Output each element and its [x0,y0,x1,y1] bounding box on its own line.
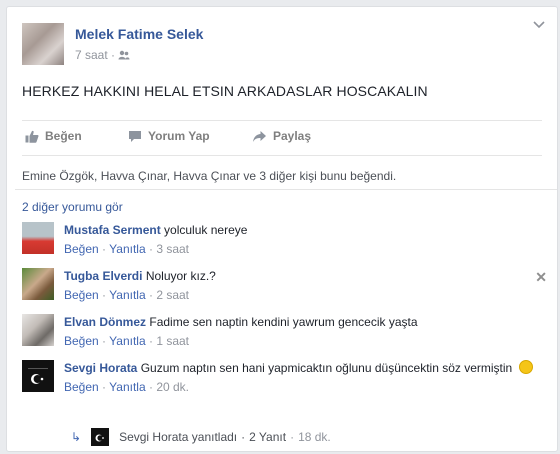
comment-like-link[interactable]: Beğen [64,334,99,348]
commenter-name[interactable]: Tugba Elverdi [64,269,142,283]
chevron-down-icon[interactable] [533,21,545,29]
close-icon[interactable]: ✕ [535,269,547,286]
comment-like-link[interactable]: Beğen [64,288,99,302]
comment-reply-link[interactable]: Yanıtla [109,288,145,302]
reply-arrow-icon: ↳ [71,430,82,444]
crescent-star-icon [28,368,48,384]
comment-button[interactable]: Yorum Yap [128,129,210,143]
like-label: Beğen [45,129,82,143]
author-avatar[interactable] [22,23,64,65]
commenter-avatar[interactable] [22,268,54,300]
view-more-comments-link[interactable]: 2 diğer yorumu gör [22,200,123,214]
comment-like-link[interactable]: Beğen [64,380,99,394]
reply-avatar [91,428,110,446]
share-label: Paylaş [273,129,312,143]
post-time[interactable]: 7 saat [75,48,108,62]
divider [15,189,557,190]
share-arrow-icon [253,130,266,142]
post-card: Melek Fatime Selek 7 saat · HERKEZ HAKKI… [6,6,558,452]
post-actions: Beğen Yorum Yap Paylaş [22,120,542,156]
comment-meta: Beğen · Yanıtla · 2 saat [64,288,190,302]
comment-meta: Beğen · Yanıtla · 20 dk. [64,380,190,394]
comment-meta: Beğen · Yanıtla · 3 saat [64,242,190,256]
comment-time[interactable]: 3 saat [156,242,189,256]
comment-reply-link[interactable]: Yanıtla [109,242,145,256]
reply-thread[interactable]: ↳ Sevgi Horata yanıtladı · 2 Yanıt · 18 … [71,427,331,447]
reply-thread-text[interactable]: Sevgi Horata yanıtladı [119,430,237,444]
comment-text: Guzum naptın sen hani yapmicaktın oğlunu… [140,361,513,375]
comment-reply-link[interactable]: Yanıtla [109,380,145,394]
comment-text: Fadime sen naptin kendini yawrum genceci… [149,315,418,329]
comment-text: Noluyor kız.? [145,269,216,283]
likes-summary[interactable]: Emine Özgök, Havva Çınar, Havva Çınar ve… [22,169,396,183]
crescent-star-icon [95,434,104,442]
share-button[interactable]: Paylaş [252,129,311,143]
comment-time[interactable]: 20 dk. [156,380,189,394]
meta-separator: · [111,48,116,62]
reply-time: 18 dk. [298,430,331,444]
post-meta: 7 saat · [75,48,130,62]
commenter-avatar[interactable] [22,314,54,346]
comment-meta: Beğen · Yanıtla · 1 saat [64,334,190,348]
like-button[interactable]: Beğen [25,129,82,143]
author-name[interactable]: Melek Fatime Selek [75,26,203,42]
commenter-avatar[interactable] [22,222,54,254]
comment-like-link[interactable]: Beğen [64,242,99,256]
comment-reply-link[interactable]: Yanıtla [109,334,145,348]
commenter-name[interactable]: Elvan Dönmez [64,315,146,329]
comment-bubble-icon [129,130,141,142]
reply-count[interactable]: 2 Yanıt [249,430,286,444]
commenter-name[interactable]: Mustafa Serment [64,223,161,237]
comment-time[interactable]: 2 saat [156,288,189,302]
commenter-name[interactable]: Sevgi Horata [64,361,137,375]
post-text: HERKEZ HAKKINI HELAL ETSIN ARKADASLAR HO… [22,83,428,99]
friends-icon[interactable] [118,48,130,62]
sad-emoji-icon [518,360,533,374]
comment-time[interactable]: 1 saat [156,334,189,348]
comment-text: yolculuk nereye [164,223,248,237]
thumbs-up-icon [25,130,39,143]
commenter-avatar[interactable] [22,360,54,392]
comment-label: Yorum Yap [148,129,210,143]
